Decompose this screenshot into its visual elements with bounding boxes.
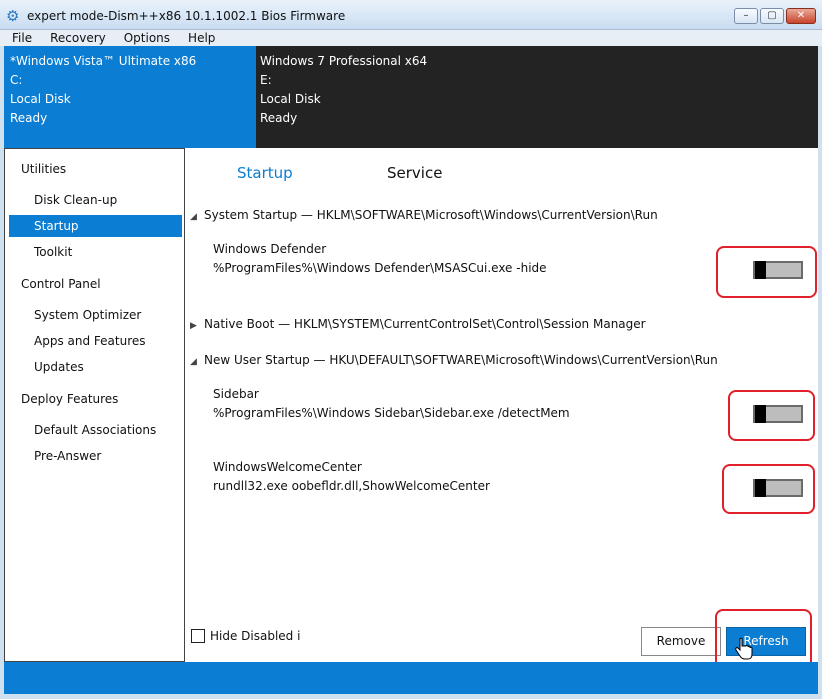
entry-name: Sidebar	[213, 387, 259, 401]
image-pane-win7[interactable]: Windows 7 Professional x64 E: Local Disk…	[256, 46, 818, 148]
image-disk: Local Disk	[260, 92, 321, 106]
sidebar-item-system-optimizer[interactable]: System Optimizer	[5, 304, 182, 326]
image-pane-vista[interactable]: *Windows Vista™ Ultimate x86 C: Local Di…	[4, 46, 256, 148]
image-drive: E:	[260, 73, 272, 87]
toggle-sidebar[interactable]	[753, 405, 803, 423]
entry-command: rundll32.exe oobefldr.dll,ShowWelcomeCen…	[213, 479, 490, 493]
sidebar-group-utilities: Utilities	[21, 162, 67, 176]
image-disk: Local Disk	[10, 92, 71, 106]
image-name: Windows 7 Professional x64	[260, 54, 428, 68]
gear-icon: ⚙	[6, 7, 20, 25]
image-status: Ready	[260, 111, 298, 125]
sidebar-group-deploy-features: Deploy Features	[21, 392, 119, 406]
menu-options[interactable]: Options	[118, 30, 176, 46]
toggle-welcome-center[interactable]	[753, 479, 803, 497]
section-system-startup[interactable]: ◢ System Startup — HKLM\SOFTWARE\Microsof…	[190, 208, 658, 222]
section-native-boot[interactable]: ▶ Native Boot — HKLM\SYSTEM\CurrentContro…	[190, 317, 646, 331]
section-label: New User Startup — HKU\DEFAULT\SOFTWARE\…	[204, 353, 718, 367]
title-bar: ⚙ expert mode-Dism++x86 10.1.1002.1 Bios…	[0, 0, 822, 30]
menu-help[interactable]: Help	[182, 30, 221, 46]
sidebar-item-pre-answer[interactable]: Pre-Answer	[5, 445, 182, 467]
sidebar-item-updates[interactable]: Updates	[5, 356, 182, 378]
remove-button[interactable]: Remove	[641, 627, 721, 656]
minimize-button[interactable]: –	[734, 8, 758, 24]
menu-bar: File Recovery Options Help	[0, 30, 822, 46]
tab-service[interactable]: Service	[387, 164, 442, 182]
section-label: Native Boot — HKLM\SYSTEM\CurrentControl…	[204, 317, 646, 331]
expanded-arrow-icon: ◢	[190, 212, 197, 222]
startup-panel: Startup Service ◢ System Startup — HKLM\S…	[185, 148, 818, 685]
toggle-windows-defender[interactable]	[753, 261, 803, 279]
close-button[interactable]: ✕	[786, 8, 816, 24]
tab-startup[interactable]: Startup	[237, 164, 293, 182]
sidebar-item-disk-cleanup[interactable]: Disk Clean-up	[5, 189, 182, 211]
hide-disabled-checkbox[interactable]: Hide Disabled i	[191, 629, 300, 643]
entry-name: WindowsWelcomeCenter	[213, 460, 362, 474]
section-label: System Startup — HKLM\SOFTWARE\Microsoft…	[204, 208, 658, 222]
entry-command: %ProgramFiles%\Windows Sidebar\Sidebar.e…	[213, 406, 570, 420]
menu-recovery[interactable]: Recovery	[44, 30, 112, 46]
image-status: Ready	[10, 111, 48, 125]
sidebar-item-apps-features[interactable]: Apps and Features	[5, 330, 182, 352]
status-bar	[4, 662, 818, 694]
menu-file[interactable]: File	[6, 30, 38, 46]
sidebar-item-toolkit[interactable]: Toolkit	[5, 241, 182, 263]
window-title: expert mode-Dism++x86 10.1.1002.1 Bios F…	[27, 9, 346, 23]
image-drive: C:	[10, 73, 23, 87]
sidebar-group-control-panel: Control Panel	[21, 277, 101, 291]
sidebar-item-startup[interactable]: Startup	[9, 215, 182, 237]
checkbox-box[interactable]	[191, 629, 205, 643]
entry-command: %ProgramFiles%\Windows Defender\MSASCui.…	[213, 261, 547, 275]
entry-name: Windows Defender	[213, 242, 327, 256]
refresh-button[interactable]: Refresh	[726, 627, 806, 656]
image-name: *Windows Vista™ Ultimate x86	[10, 54, 197, 68]
sidebar-item-default-associations[interactable]: Default Associations	[5, 419, 182, 441]
maximize-button[interactable]: ▢	[760, 8, 784, 24]
toggle-knob	[755, 479, 766, 497]
toggle-knob	[755, 405, 766, 423]
hide-disabled-label: Hide Disabled i	[210, 629, 301, 643]
collapsed-arrow-icon: ▶	[190, 321, 197, 331]
expanded-arrow-icon: ◢	[190, 357, 197, 367]
toggle-knob	[755, 261, 766, 279]
sidebar: Utilities Disk Clean-up Startup Toolkit …	[4, 148, 185, 662]
section-new-user-startup[interactable]: ◢ New User Startup — HKU\DEFAULT\SOFTWARE…	[190, 353, 718, 367]
